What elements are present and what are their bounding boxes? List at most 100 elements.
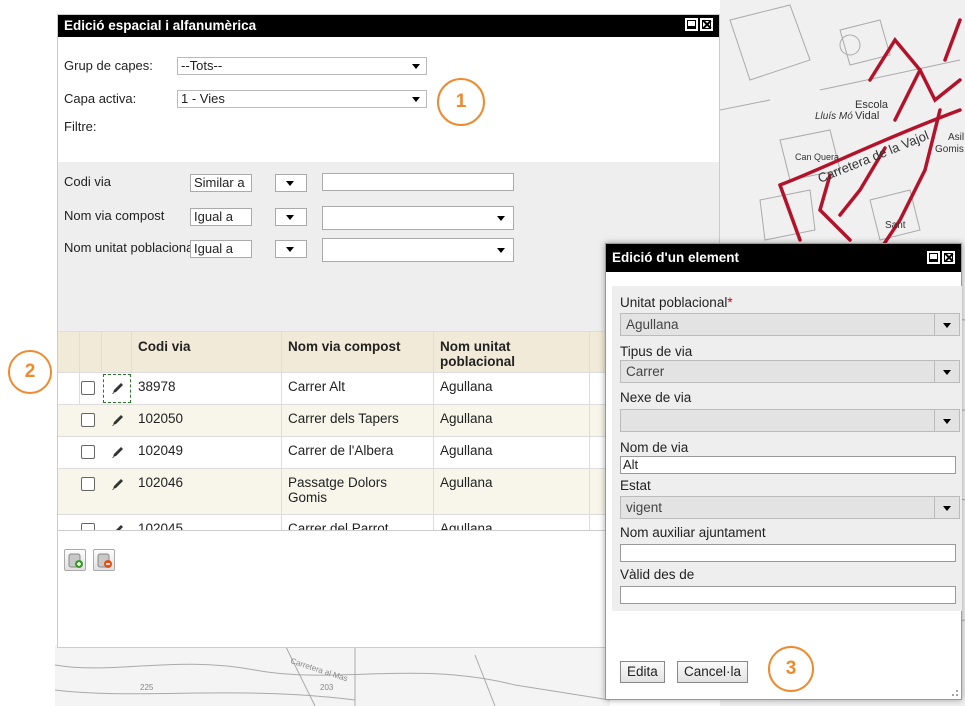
valid-des-de-input[interactable] <box>620 586 956 604</box>
select-separator <box>934 497 935 518</box>
filter-operator-codi-via[interactable]: Similar a <box>190 174 252 192</box>
cell-codi-via: 102050 <box>132 405 282 436</box>
required-mark: * <box>727 295 733 310</box>
dialog-form: Unitat poblacional* Agullana Tipus de vi… <box>612 286 962 611</box>
callout-1: 1 <box>437 78 485 126</box>
filter-operator-nom-via[interactable]: Igual a <box>190 208 252 226</box>
svg-text:Can Quera: Can Quera <box>795 152 839 162</box>
filter-operator-dropdown-nom-unitat[interactable] <box>275 240 307 258</box>
element-edit-dialog: Edició d'un element Unitat poblacional* … <box>605 243 962 700</box>
cell-codi-via: 38978 <box>132 373 282 404</box>
cell-nom-unitat: Agullana <box>434 405 590 436</box>
nexe-via-select[interactable] <box>620 409 960 432</box>
delete-record-button[interactable] <box>93 549 115 571</box>
tipus-via-select[interactable]: Carrer <box>620 360 960 383</box>
nom-auxiliar-label: Nom auxiliar ajuntament <box>620 525 766 540</box>
capa-activa-label: Capa activa: <box>64 91 137 106</box>
chevron-down-icon <box>412 64 420 69</box>
svg-text:225: 225 <box>140 683 154 692</box>
estat-select[interactable]: vigent <box>620 496 960 519</box>
nom-via-label: Nom de via <box>620 440 689 455</box>
chevron-down-icon <box>943 323 951 328</box>
header-select-col <box>80 332 102 374</box>
chevron-down-icon <box>943 506 951 511</box>
filter-label-nom-via: Nom via compost <box>64 208 165 223</box>
minimize-icon[interactable] <box>685 18 698 31</box>
header-edit-col <box>102 332 132 374</box>
tipus-via-label: Tipus de via <box>620 344 693 359</box>
cell-nom-unitat: Agullana <box>434 437 590 468</box>
filter-operator-nom-unitat[interactable]: Igual a <box>190 240 252 258</box>
filter-value-codi-via[interactable] <box>322 173 514 191</box>
row-checkbox[interactable] <box>81 445 95 459</box>
row-checkbox[interactable] <box>81 477 95 491</box>
nom-via-input[interactable]: Alt <box>620 456 956 474</box>
row-spacer <box>58 373 80 404</box>
map-view-bottom[interactable]: Carretera al Mas 225 203 <box>55 645 610 706</box>
close-icon[interactable] <box>700 18 713 31</box>
cell-nom-via: Carrer del Parrot <box>282 515 434 531</box>
dialog-titlebar: Edició d'un element <box>606 244 961 272</box>
resize-grip-icon[interactable] <box>949 687 959 697</box>
nom-auxiliar-input[interactable] <box>620 544 956 562</box>
pencil-icon[interactable] <box>110 476 126 492</box>
filter-operator-dropdown-nom-via[interactable] <box>275 208 307 226</box>
filter-label-codi-via: Codi via <box>64 174 111 189</box>
capa-activa-select[interactable]: 1 - Vies <box>177 90 427 108</box>
dialog-title: Edició d'un element <box>612 250 739 265</box>
header-spacer <box>58 332 80 374</box>
cell-nom-via: Carrer Alt <box>282 373 434 404</box>
focus-outline <box>103 374 131 403</box>
svg-text:Lluís Mó: Lluís Mó <box>815 111 853 122</box>
row-checkbox[interactable] <box>81 413 95 427</box>
minimize-icon[interactable] <box>927 251 940 264</box>
unitat-poblacional-label: Unitat poblacional* <box>620 295 733 310</box>
edita-button[interactable]: Edita <box>620 661 665 683</box>
chevron-down-icon <box>412 97 420 102</box>
main-panel-titlebar: Edició espacial i alfanumèrica <box>58 15 719 37</box>
filter-operator-value: Igual a <box>194 209 234 224</box>
unitat-poblacional-label-text: Unitat poblacional <box>620 295 728 310</box>
grup-capes-select[interactable]: --Tots-- <box>177 57 427 75</box>
filter-label-nom-unitat: Nom unitat poblacional <box>64 240 196 255</box>
svg-text:Vidal: Vidal <box>855 110 879 122</box>
column-header-codi-via[interactable]: Codi via <box>132 332 282 374</box>
cell-nom-via: Passatge Dolors Gomis <box>282 469 434 514</box>
pencil-icon[interactable] <box>110 444 126 460</box>
cell-codi-via: 102046 <box>132 469 282 514</box>
cell-nom-via: Carrer dels Tapers <box>282 405 434 436</box>
add-record-icon <box>68 553 83 568</box>
chevron-down-icon <box>497 248 505 253</box>
cell-nom-unitat: Agullana <box>434 469 590 514</box>
chevron-down-icon <box>943 419 951 424</box>
column-header-nom-unitat[interactable]: Nom unitat poblacional <box>434 332 590 374</box>
cell-nom-unitat: Agullana <box>434 515 590 531</box>
grup-capes-label: Grup de capes: <box>64 58 153 73</box>
valid-des-de-label: Vàlid des de <box>620 567 695 582</box>
dialog-window-controls <box>927 251 955 264</box>
cancel-button[interactable]: Cancel·la <box>677 661 749 683</box>
estat-label: Estat <box>620 478 651 493</box>
cell-nom-via: Carrer de l'Albera <box>282 437 434 468</box>
close-icon[interactable] <box>942 251 955 264</box>
unitat-poblacional-value: Agullana <box>626 317 679 332</box>
delete-record-icon <box>97 553 112 568</box>
callout-2: 2 <box>8 350 52 394</box>
row-checkbox[interactable] <box>81 381 95 395</box>
pencil-icon[interactable] <box>110 412 126 428</box>
filter-value-nom-unitat[interactable] <box>322 238 514 262</box>
filtre-label: Filtre: <box>64 119 97 134</box>
column-header-nom-via[interactable]: Nom via compost <box>282 332 434 374</box>
cell-nom-unitat: Agullana <box>434 373 590 404</box>
filter-operator-value: Igual a <box>194 241 234 256</box>
estat-value: vigent <box>626 500 663 515</box>
add-record-button[interactable] <box>64 549 86 571</box>
filter-operator-value: Similar a <box>194 175 245 190</box>
nexe-via-label: Nexe de via <box>620 390 692 405</box>
unitat-poblacional-select[interactable]: Agullana <box>620 313 960 336</box>
filter-operator-dropdown-codi-via[interactable] <box>275 174 307 192</box>
filter-value-nom-via[interactable] <box>322 206 514 230</box>
select-separator <box>934 314 935 335</box>
chevron-down-icon <box>286 247 294 252</box>
cell-codi-via: 102049 <box>132 437 282 468</box>
